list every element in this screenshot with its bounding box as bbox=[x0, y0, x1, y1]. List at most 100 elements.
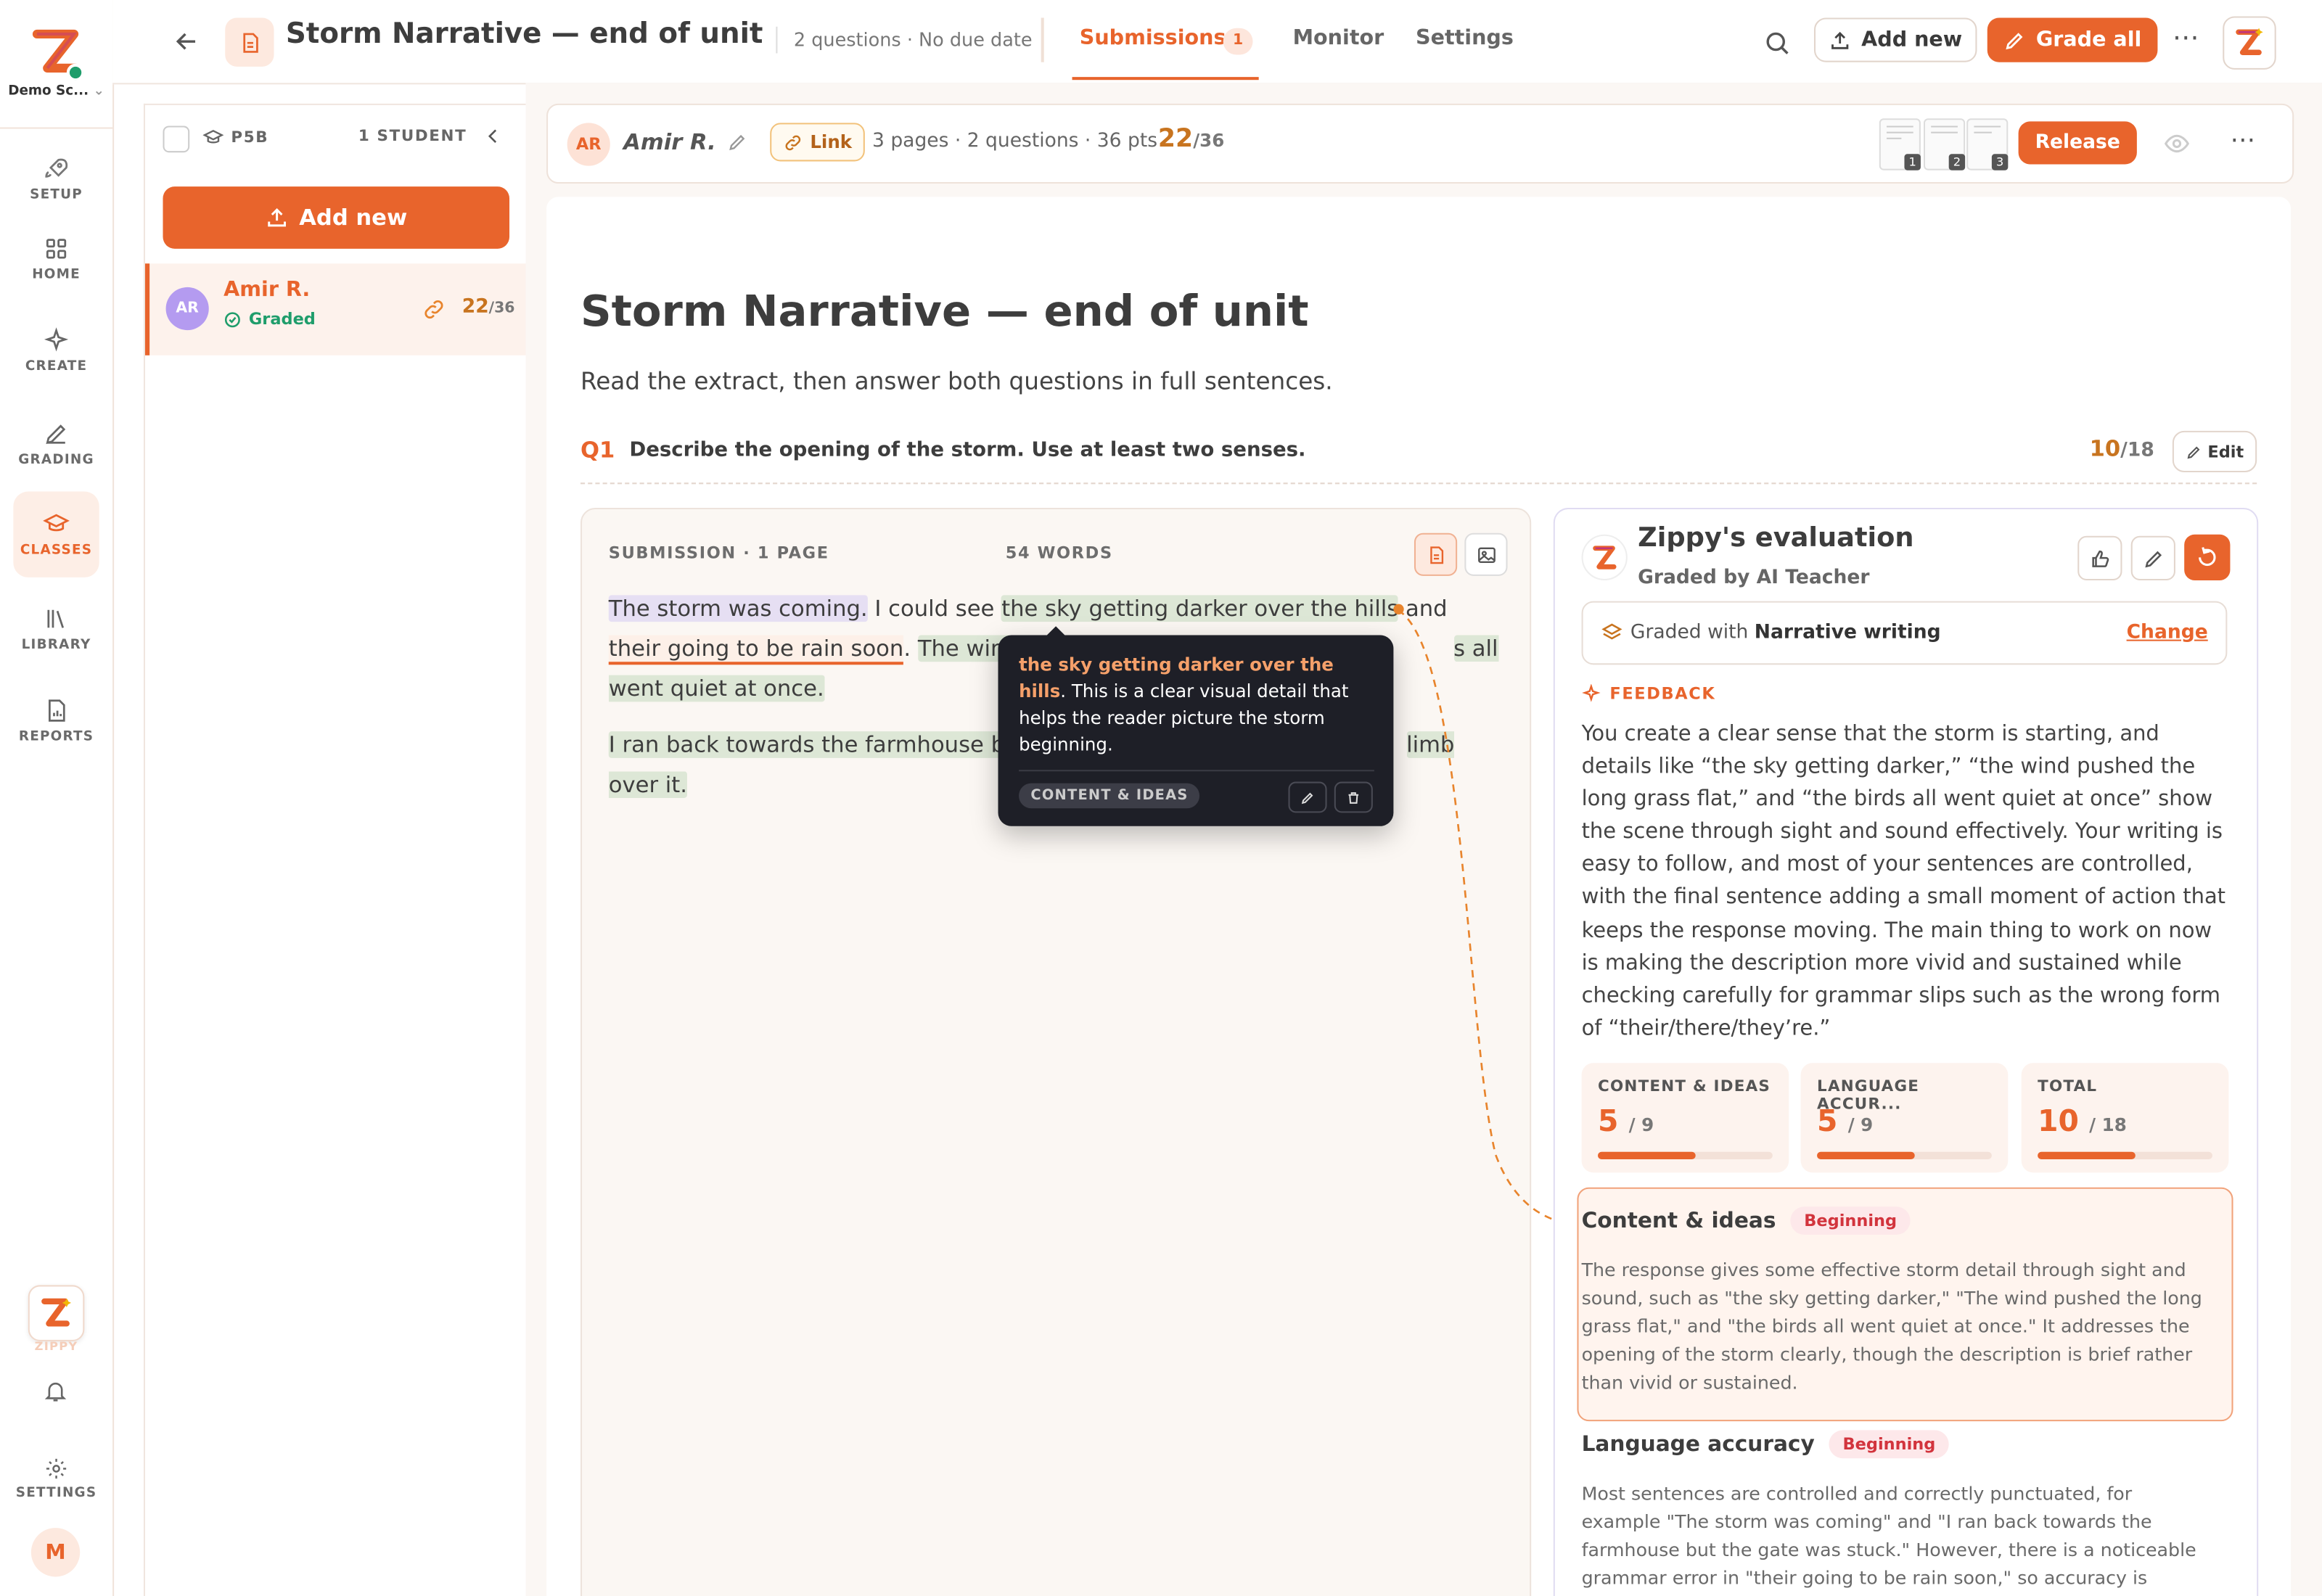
tooltip-category-tag: CONTENT & IDEAS bbox=[1019, 783, 1200, 809]
divider bbox=[1041, 17, 1044, 62]
select-all-checkbox[interactable] bbox=[163, 126, 190, 153]
zippy-assistant-button[interactable] bbox=[2223, 16, 2276, 70]
tab-settings[interactable]: Settings bbox=[1416, 27, 1514, 51]
nav-grading[interactable]: GRADING bbox=[13, 401, 99, 487]
nav-library[interactable]: LIBRARY bbox=[13, 586, 99, 672]
library-icon bbox=[47, 609, 65, 628]
link-icon bbox=[785, 134, 801, 150]
release-button[interactable]: Release bbox=[2018, 121, 2137, 165]
error-highlight-span[interactable]: their going to be rain soon bbox=[608, 635, 904, 665]
score-card-content-ideas: CONTENT & IDEAS 5 / 9 bbox=[1581, 1063, 1789, 1173]
nav-reports[interactable]: REPORTS bbox=[13, 678, 99, 764]
nav-setup[interactable]: SETUP bbox=[13, 136, 99, 222]
school-switcher[interactable]: Demo Sc... ⌄ bbox=[6, 84, 107, 99]
nav-reports-label: REPORTS bbox=[18, 730, 94, 745]
page-thumbnail[interactable]: 1 bbox=[1879, 118, 1921, 170]
score-card-label: TOTAL bbox=[2038, 1077, 2098, 1096]
score-value: 10 bbox=[2038, 1103, 2079, 1139]
edit-annotation-button[interactable] bbox=[1288, 781, 1327, 813]
assignment-title: Storm Narrative — end of unit bbox=[285, 17, 763, 51]
more-options-icon[interactable]: ⋯ bbox=[2230, 126, 2255, 155]
thumbs-up-button[interactable] bbox=[2077, 535, 2122, 580]
nav-create[interactable]: CREATE bbox=[13, 308, 99, 393]
score-progress-bar bbox=[1817, 1151, 1992, 1159]
score-progress-bar bbox=[2038, 1151, 2212, 1159]
score-value: 5 bbox=[1817, 1103, 1838, 1139]
gear-icon bbox=[46, 1458, 67, 1479]
edit-name-pencil-icon[interactable] bbox=[727, 131, 748, 159]
collapse-chevron-icon[interactable] bbox=[483, 124, 504, 152]
delete-annotation-button[interactable] bbox=[1334, 781, 1373, 813]
tab-monitor[interactable]: Monitor bbox=[1293, 27, 1384, 51]
score-card-value: 5 / 9 bbox=[1817, 1103, 1873, 1138]
grade-all-label: Grade all bbox=[2035, 28, 2142, 52]
criterion-card[interactable]: Content & ideas Beginning The response g… bbox=[1577, 1187, 2233, 1422]
regrade-button[interactable] bbox=[2184, 534, 2231, 580]
score-progress-fill bbox=[2038, 1151, 2136, 1159]
image-view-toggle[interactable] bbox=[1464, 532, 1508, 576]
student-header-bar: AR Amir R. Link 3 pages · 2 questions · … bbox=[546, 103, 2294, 184]
student-avatar: AR bbox=[567, 123, 610, 166]
class-label: P5B bbox=[202, 128, 269, 149]
rocket-icon bbox=[45, 158, 68, 178]
tab-submissions[interactable]: Submissions 1 bbox=[1072, 0, 1259, 81]
eye-icon[interactable] bbox=[2164, 131, 2191, 163]
highlight-span[interactable]: the sky getting darker over the hills bbox=[1001, 595, 1398, 622]
pencil-icon bbox=[46, 424, 66, 445]
pencil-icon bbox=[2144, 550, 2162, 567]
tooltip-text: . This is a clear visual detail that hel… bbox=[1019, 680, 1349, 755]
nav-classes-label: CLASSES bbox=[20, 543, 93, 559]
divider bbox=[776, 26, 778, 54]
score-value: 22 bbox=[461, 296, 489, 318]
score-total: /36 bbox=[1193, 130, 1225, 152]
add-new-button[interactable]: Add new bbox=[1813, 17, 1977, 62]
change-rubric-link[interactable]: Change bbox=[2127, 622, 2208, 644]
upload-icon bbox=[268, 207, 286, 227]
question-score: 10/18 bbox=[2090, 435, 2154, 462]
more-options-icon[interactable]: ⋯ bbox=[2173, 22, 2201, 54]
edit-evaluation-button[interactable] bbox=[2130, 535, 2175, 580]
bell-icon[interactable] bbox=[43, 1378, 68, 1410]
page-thumbnail[interactable]: 2 bbox=[1923, 118, 1966, 170]
nav-classes[interactable]: CLASSES bbox=[13, 491, 99, 577]
feedback-label: FEEDBACK bbox=[1609, 683, 1716, 704]
add-student-button[interactable]: Add new bbox=[163, 186, 510, 249]
add-new-label: Add new bbox=[299, 204, 408, 231]
edit-label: Edit bbox=[2207, 442, 2244, 461]
submissions-count-badge: 1 bbox=[1223, 28, 1253, 55]
page-number: 1 bbox=[1904, 154, 1921, 170]
text-view-toggle[interactable] bbox=[1414, 532, 1458, 576]
check-circle-icon bbox=[224, 311, 240, 327]
evaluation-title: Zippy's evaluation bbox=[1638, 522, 1914, 554]
score-card-value: 10 / 18 bbox=[2038, 1103, 2127, 1138]
edit-score-button[interactable]: Edit bbox=[2172, 430, 2257, 473]
link-badge[interactable]: Link bbox=[770, 123, 866, 162]
graduation-cap-icon bbox=[202, 129, 224, 144]
back-arrow-icon[interactable] bbox=[172, 27, 202, 62]
zippy-button[interactable] bbox=[28, 1285, 85, 1341]
highlight-span[interactable]: I ran back towards the farmhouse b bbox=[608, 731, 1006, 758]
search-icon[interactable] bbox=[1763, 28, 1792, 64]
score-value: 22 bbox=[1157, 124, 1194, 155]
student-row[interactable]: AR Amir R. Graded 22/36 bbox=[144, 263, 528, 355]
nav-home[interactable]: HOME bbox=[13, 216, 99, 302]
class-name: P5B bbox=[231, 128, 269, 147]
text-span: I could see bbox=[867, 595, 1002, 622]
divider bbox=[1019, 770, 1374, 772]
submission-meta: 3 pages · 2 questions · 36 pts bbox=[872, 130, 1158, 153]
tooltip-arrow bbox=[1045, 626, 1067, 637]
assignment-meta: 2 questions · No due date bbox=[793, 28, 1033, 51]
level-badge: Beginning bbox=[1790, 1206, 1911, 1235]
app-logo[interactable] bbox=[30, 27, 85, 82]
criterion-heading: Content & ideas Beginning bbox=[1582, 1206, 1911, 1235]
score-max: / 18 bbox=[2089, 1114, 2127, 1136]
image-icon bbox=[1477, 546, 1495, 562]
nav-settings[interactable]: SETTINGS bbox=[13, 1436, 99, 1522]
highlight-span[interactable]: The storm was coming. bbox=[608, 595, 868, 622]
zippy-logo-icon bbox=[41, 1298, 71, 1327]
grade-all-button[interactable]: Grade all bbox=[1987, 17, 2158, 62]
annotation-tooltip: the sky getting darker over the hills. T… bbox=[998, 626, 1394, 826]
user-avatar[interactable]: M bbox=[30, 1528, 81, 1577]
sparkle-icon bbox=[44, 327, 69, 352]
page-thumbnail[interactable]: 3 bbox=[1966, 118, 2009, 170]
